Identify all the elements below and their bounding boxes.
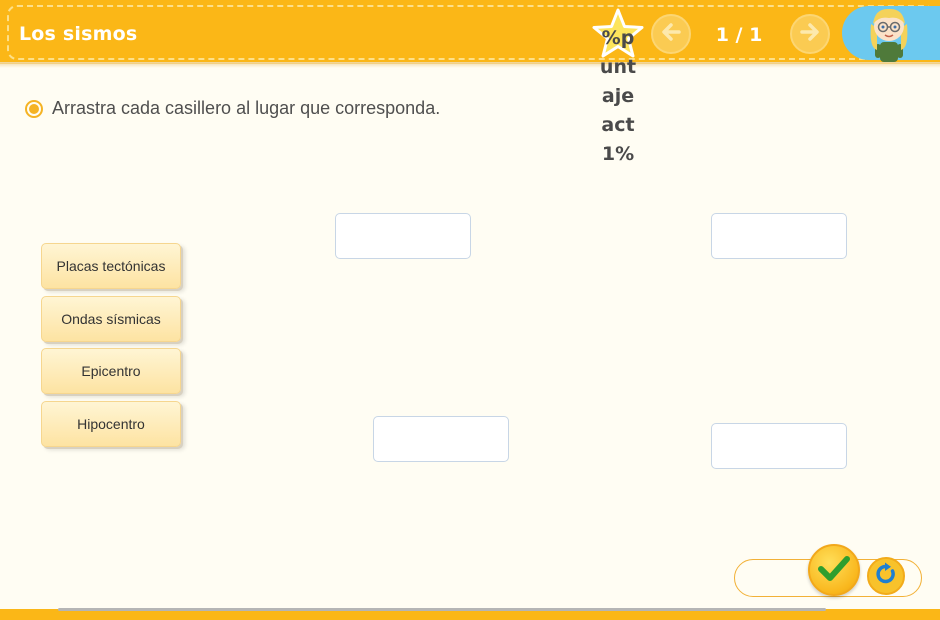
avatar[interactable] (863, 4, 915, 62)
next-button[interactable] (790, 14, 830, 54)
score-label: %puntajeact1% (599, 27, 637, 165)
chip-placas-tectonicas[interactable]: Placas tectónicas (41, 243, 181, 289)
footer-divider (58, 608, 826, 611)
arrow-right-icon (799, 21, 821, 48)
reset-button[interactable] (867, 557, 905, 595)
page-counter: 1 / 1 (715, 24, 763, 46)
arrow-left-icon (660, 21, 682, 48)
header-shadow (0, 62, 940, 68)
instruction-text: Arrastra cada casillero al lugar que cor… (52, 98, 441, 118)
drop-zone[interactable] (335, 213, 471, 259)
instruction: Arrastra cada casillero al lugar que cor… (25, 98, 440, 119)
check-icon (817, 553, 851, 588)
drop-zone[interactable] (711, 423, 847, 469)
prev-button[interactable] (651, 14, 691, 54)
reset-icon (874, 562, 898, 591)
radio-bullet-icon (25, 99, 43, 118)
page-title: Los sismos (19, 23, 138, 45)
drop-zone[interactable] (373, 416, 509, 462)
check-button[interactable] (808, 544, 860, 596)
chip-epicentro[interactable]: Epicentro (41, 348, 181, 394)
chip-hipocentro[interactable]: Hipocentro (41, 401, 181, 447)
chip-ondas-sismicas[interactable]: Ondas sísmicas (41, 296, 181, 342)
drop-zone[interactable] (711, 213, 847, 259)
